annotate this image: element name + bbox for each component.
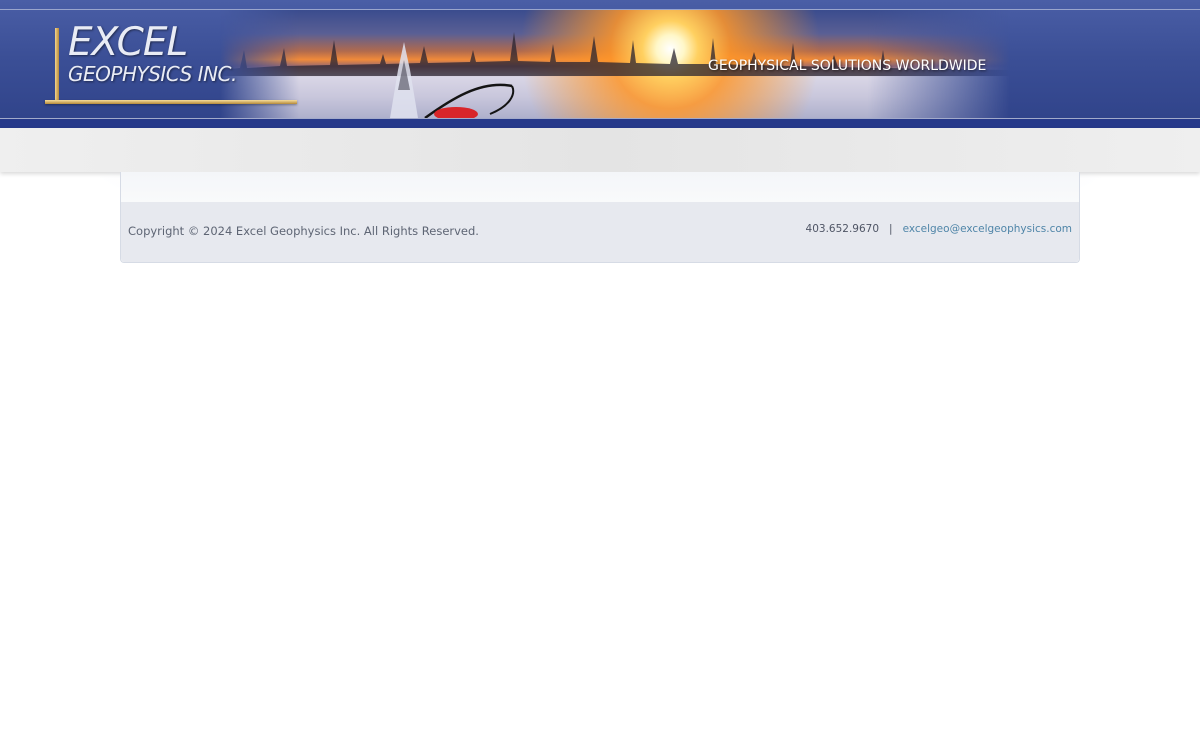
logo-brand-name: EXCEL xyxy=(68,20,188,65)
logo-vertical-bar xyxy=(55,28,59,100)
main-content-area xyxy=(121,172,1079,202)
navigation-band xyxy=(0,128,1200,172)
header-base-strip xyxy=(0,119,1200,128)
copyright-text: Copyright © 2024 Excel Geophysics Inc. A… xyxy=(128,224,479,238)
site-header: EXCEL GEOPHYSICS INC. GEOPHYSICAL SOLUTI… xyxy=(0,0,1200,128)
footer-contact: 403.652.9670 | excelgeo@excelgeophysics.co… xyxy=(806,223,1072,235)
logo-subtitle: GEOPHYSICS INC. xyxy=(68,62,237,86)
contact-separator: | xyxy=(889,223,893,235)
header-tagline: GEOPHYSICAL SOLUTIONS WORLDWIDE xyxy=(708,58,987,74)
phone-number: 403.652.9670 xyxy=(805,223,880,235)
company-logo[interactable]: EXCEL GEOPHYSICS INC. xyxy=(44,20,300,110)
email-link[interactable]: excelgeo@excelgeophysics.com xyxy=(903,223,1072,235)
logo-horizontal-bar xyxy=(45,100,297,104)
site-footer: Copyright © 2024 Excel Geophysics Inc. A… xyxy=(121,202,1079,262)
content-panel: Copyright © 2024 Excel Geophysics Inc. A… xyxy=(120,172,1080,263)
